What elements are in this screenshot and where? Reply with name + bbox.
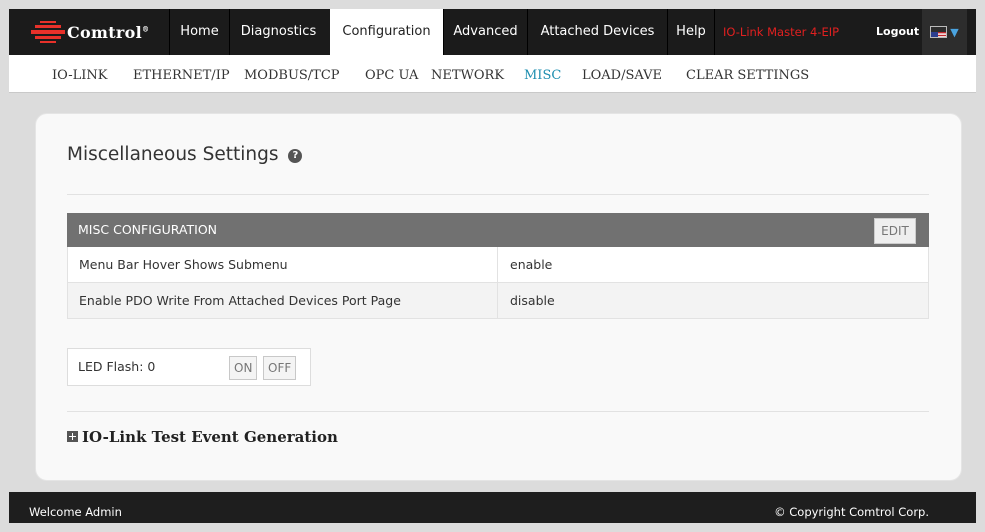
nav-configuration[interactable]: Configuration [330,9,443,55]
column-divider [497,247,498,282]
table-row: Enable PDO Write From Attached Devices P… [67,283,929,319]
logout-link[interactable]: Logout [876,9,919,55]
welcome-text: Welcome Admin [29,492,122,532]
nav-diagnostics[interactable]: Diagnostics [230,9,327,55]
edit-button[interactable]: EDIT [874,218,916,244]
subnav-opc-ua[interactable]: OPC UA [365,55,418,92]
led-flash-control: LED Flash: 0 ON OFF [67,348,311,386]
brand-name: Comtrol® [67,23,149,42]
device-name: IO-Link Master 4-EIP [723,9,839,55]
expand-plus-icon [67,431,78,442]
page-title-text: Miscellaneous Settings [67,144,278,165]
brand-name-text: Comtrol [67,23,142,42]
us-flag-icon [930,26,947,38]
settings-panel: Miscellaneous Settings ? MISC CONFIGURAT… [35,113,962,481]
nav-help[interactable]: Help [668,9,714,55]
misc-configuration-table: MISC CONFIGURATION EDIT Menu Bar Hover S… [67,213,929,319]
subnav-network[interactable]: NETWORK [431,55,504,92]
nav-divider [714,9,715,55]
copyright-text: © Copyright Comtrol Corp. [774,492,929,532]
setting-value: enable [510,247,552,282]
setting-value: disable [510,283,555,318]
footer: Welcome Admin © Copyright Comtrol Corp. [9,492,976,523]
chevron-down-icon: ▼ [950,26,958,39]
page-title: Miscellaneous Settings ? [67,144,302,165]
table-header: MISC CONFIGURATION EDIT [67,213,929,247]
subnav-modbus-tcp[interactable]: MODBUS/TCP [244,55,340,92]
led-flash-label: LED Flash: 0 [78,349,155,385]
section-title: IO-Link Test Event Generation [82,428,338,446]
subnav-clear-settings[interactable]: CLEAR SETTINGS [686,55,809,92]
nav-attached-devices[interactable]: Attached Devices [528,9,667,55]
table-row: Menu Bar Hover Shows Submenu enable [67,247,929,283]
sub-navigation-bar: IO-LINK ETHERNET/IP MODBUS/TCP OPC UA NE… [9,55,976,93]
subnav-ethernet-ip[interactable]: ETHERNET/IP [133,55,230,92]
nav-advanced[interactable]: Advanced [444,9,527,55]
led-on-button[interactable]: ON [229,356,257,380]
io-link-test-event-toggle[interactable]: IO-Link Test Event Generation [67,428,338,446]
help-icon[interactable]: ? [288,149,302,163]
subnav-io-link[interactable]: IO-LINK [52,55,108,92]
column-divider [497,283,498,318]
divider [67,411,929,412]
setting-label: Menu Bar Hover Shows Submenu [79,247,288,282]
setting-label: Enable PDO Write From Attached Devices P… [79,283,401,318]
divider [67,194,929,195]
comtrol-logo-icon [31,21,65,43]
nav-home[interactable]: Home [170,9,229,55]
table-header-title: MISC CONFIGURATION [78,213,217,247]
led-off-button[interactable]: OFF [263,356,296,380]
language-selector[interactable]: ▼ [922,9,967,55]
top-navigation-bar: Comtrol® Home Diagnostics Configuration … [9,9,976,55]
subnav-load-save[interactable]: LOAD/SAVE [582,55,662,92]
comtrol-logo[interactable]: Comtrol® [31,21,149,43]
subnav-misc[interactable]: MISC [524,55,561,92]
brand-registered-mark: ® [142,24,149,33]
